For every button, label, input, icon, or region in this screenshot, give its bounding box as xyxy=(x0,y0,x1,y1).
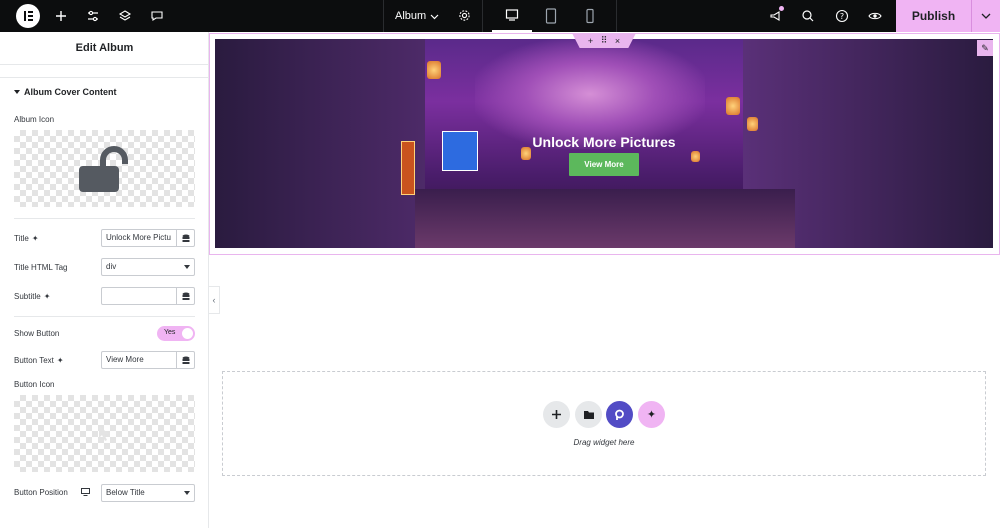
desktop-icon[interactable] xyxy=(81,488,90,496)
document-selector[interactable]: Album xyxy=(383,0,483,32)
ai-sparkle-icon[interactable]: ✦ xyxy=(32,234,39,243)
ai-sparkle-icon[interactable]: ✦ xyxy=(57,356,64,365)
hero-title: Unlock More Pictures xyxy=(532,134,676,150)
divider xyxy=(14,316,195,317)
title-label: Title ✦ xyxy=(14,234,39,243)
publish-button[interactable]: Publish xyxy=(896,0,971,32)
drag-handle-icon[interactable]: ⠿ xyxy=(601,35,608,46)
ai-sparkle-icon: ✦ xyxy=(646,409,657,421)
title-input[interactable]: Unlock More Pictu xyxy=(101,229,195,247)
device-switcher xyxy=(483,0,617,32)
add-icon[interactable]: + xyxy=(588,36,593,46)
eye-icon[interactable] xyxy=(867,8,883,24)
notification-dot xyxy=(779,6,784,11)
album-icon-label: Album Icon xyxy=(14,115,55,124)
sliders-icon[interactable] xyxy=(85,8,101,24)
title-tag-select[interactable]: div xyxy=(101,258,195,276)
plugin-logo-icon xyxy=(615,409,624,420)
section-title: Album Cover Content xyxy=(24,87,117,97)
button-icon-label: Button Icon xyxy=(14,380,55,389)
button-icon-picker[interactable] xyxy=(14,395,195,472)
album-icon-picker[interactable] xyxy=(14,130,195,207)
folder-icon xyxy=(583,410,594,419)
publish-options-button[interactable] xyxy=(971,0,1000,32)
section-handle[interactable]: + ⠿ × xyxy=(572,33,636,48)
plugin-button[interactable] xyxy=(606,401,633,428)
button-position-label: Button Position xyxy=(14,488,68,497)
unlock-icon xyxy=(79,146,128,192)
layers-icon[interactable] xyxy=(117,8,133,24)
subtitle-input[interactable] xyxy=(101,287,195,305)
search-icon[interactable] xyxy=(800,8,816,24)
title-tag-label: Title HTML Tag xyxy=(14,263,68,272)
chevron-down-icon xyxy=(981,13,991,19)
document-name[interactable]: Album xyxy=(395,10,426,22)
chevron-down-icon xyxy=(184,265,190,269)
divider xyxy=(0,77,209,78)
ai-sparkle-icon[interactable]: ✦ xyxy=(44,292,51,301)
settings-gear-icon[interactable] xyxy=(458,9,471,22)
chevron-down-icon[interactable] xyxy=(430,12,439,21)
collapse-panel-button[interactable]: ‹ xyxy=(209,286,220,314)
add-section-button[interactable] xyxy=(543,401,570,428)
editor-panel: Edit Album Album Cover Content Album Ico… xyxy=(0,32,209,528)
button-text-input[interactable]: View More xyxy=(101,351,195,369)
view-more-button[interactable]: View More xyxy=(569,153,639,176)
dynamic-tags-icon[interactable] xyxy=(176,288,194,304)
plus-icon[interactable] xyxy=(53,8,69,24)
panel-title: Edit Album xyxy=(0,32,209,65)
caret-down-icon xyxy=(14,90,20,94)
lantern xyxy=(691,151,700,162)
street xyxy=(415,189,795,248)
svg-text:?: ? xyxy=(840,12,844,21)
button-text-label: Button Text ✦ xyxy=(14,356,64,365)
close-icon[interactable]: × xyxy=(615,36,620,46)
sky-glow xyxy=(475,39,705,149)
desktop-icon[interactable] xyxy=(492,0,532,32)
dynamic-tags-icon[interactable] xyxy=(176,230,194,246)
toggle-knob xyxy=(182,328,193,339)
drop-zone[interactable] xyxy=(222,371,986,476)
top-bar: Album ? Publish xyxy=(0,0,1000,32)
mobile-icon[interactable] xyxy=(570,0,610,32)
dynamic-tags-icon[interactable] xyxy=(176,352,194,368)
lantern xyxy=(427,61,441,79)
subtitle-label: Subtitle ✦ xyxy=(14,292,51,301)
tablet-icon[interactable] xyxy=(531,0,571,32)
templates-button[interactable] xyxy=(575,401,602,428)
section-header[interactable]: Album Cover Content xyxy=(14,87,117,97)
show-button-label: Show Button xyxy=(14,329,60,338)
plus-icon xyxy=(552,410,561,419)
pencil-icon[interactable]: ✎ xyxy=(977,40,993,56)
chevron-down-icon xyxy=(184,491,190,495)
cursor-icon xyxy=(99,426,109,441)
button-position-select[interactable]: Below Title xyxy=(101,484,195,502)
ai-button[interactable]: ✦ xyxy=(638,401,665,428)
elementor-logo-icon[interactable] xyxy=(16,4,40,28)
help-icon[interactable]: ? xyxy=(834,8,850,24)
lantern xyxy=(726,97,740,115)
divider xyxy=(14,218,195,219)
drop-zone-text: Drag widget here xyxy=(573,438,635,447)
comment-icon[interactable] xyxy=(149,8,165,24)
show-button-toggle[interactable]: Yes xyxy=(157,326,195,341)
lantern xyxy=(747,117,758,131)
